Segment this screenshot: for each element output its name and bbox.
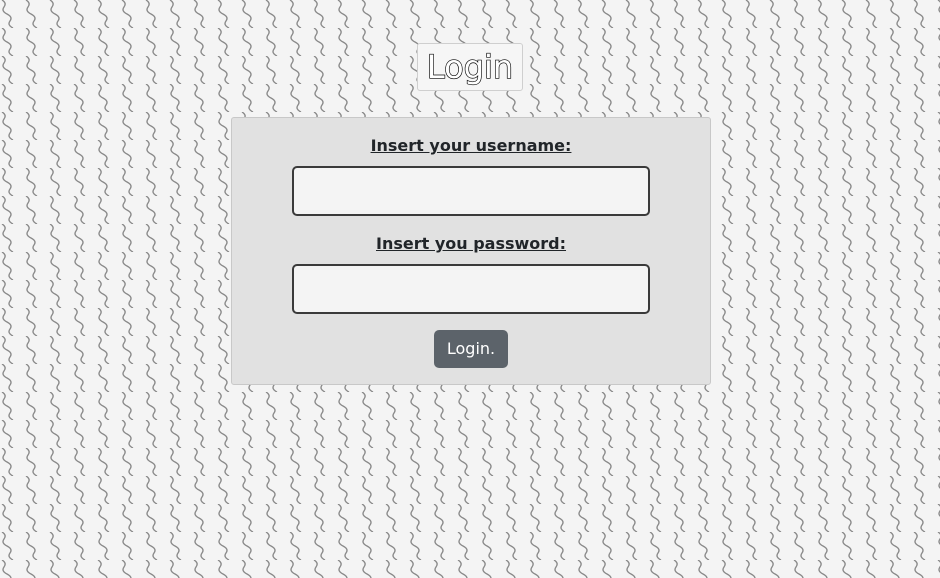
page-title: Login [426,48,514,86]
username-field[interactable] [292,166,650,216]
page-title-box: Login [417,43,523,91]
login-form-panel: Insert your username: Insert you passwor… [231,117,711,385]
login-button[interactable]: Login. [434,330,508,368]
password-label: Insert you password: [375,234,567,253]
password-field[interactable] [292,264,650,314]
username-label: Insert your username: [370,136,572,155]
